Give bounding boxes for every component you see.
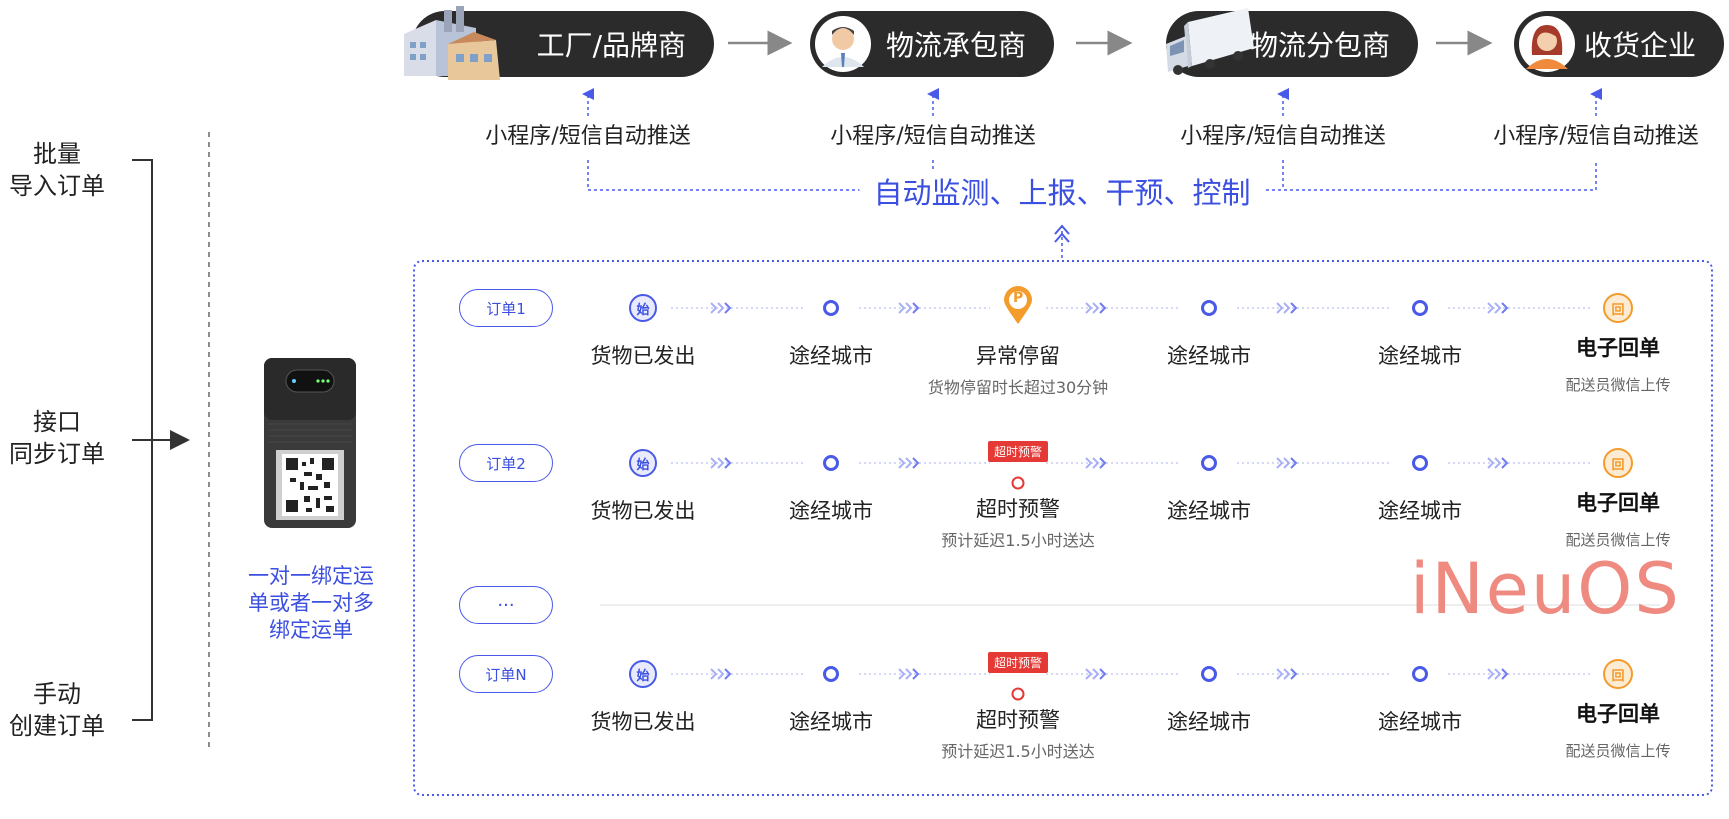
event-label: 超时预警	[976, 708, 1060, 732]
push-label-receiver: 小程序/短信自动推送	[1493, 124, 1699, 149]
alert-node-icon	[1011, 687, 1025, 701]
alert-node-icon	[1011, 476, 1025, 490]
flow-chevron-icon	[905, 302, 913, 314]
receipt-icon: 回	[1603, 448, 1633, 478]
receiver-avatar-icon	[1518, 15, 1576, 73]
flow-chevron-icon	[717, 302, 725, 314]
flow-chevron-icon	[1283, 302, 1291, 314]
flow-chevron-icon	[1092, 302, 1100, 314]
flow-chevron-icon	[717, 668, 725, 680]
flow-chevron-icon	[905, 668, 913, 680]
start-icon: 始	[629, 294, 657, 322]
receipt-icon: 回	[1603, 293, 1633, 323]
city-node-icon	[1412, 455, 1428, 471]
role-contractor-label: 物流承包商	[885, 29, 1026, 62]
city-label: 途经城市	[1167, 344, 1251, 368]
flow-chevron-icon	[1092, 668, 1100, 680]
event-label: 超时预警	[976, 497, 1060, 521]
role-factory-label: 工厂/品牌商	[536, 29, 686, 62]
flow-chevron-icon	[1092, 457, 1100, 469]
event-sub-label: 预计延迟1.5小时送达	[941, 531, 1095, 550]
flow-chevron-icon	[1494, 457, 1502, 469]
order-connector	[671, 668, 1590, 680]
city-label: 途经城市	[789, 710, 873, 734]
city-label: 途经城市	[789, 499, 873, 523]
timeout-badge: 超时预警	[987, 652, 1049, 673]
start-label: 货物已发出	[590, 344, 696, 368]
event-label: 异常停留	[976, 344, 1060, 368]
flow-chevron-icon	[1494, 302, 1502, 314]
flow-chevron-icon	[1494, 668, 1502, 680]
flow-chevron-icon	[905, 457, 913, 469]
city-label: 途经城市	[1378, 344, 1462, 368]
receipt-label: 电子回单	[1576, 336, 1660, 360]
receipt-sub-label: 配送员微信上传	[1565, 531, 1671, 549]
receipt-sub-label: 配送员微信上传	[1565, 742, 1671, 760]
city-label: 途经城市	[1167, 710, 1251, 734]
city-node-icon	[823, 455, 839, 471]
city-node-icon	[1412, 666, 1428, 682]
order-connector	[671, 457, 1590, 469]
factory-icon	[396, 4, 506, 84]
city-node-icon	[823, 300, 839, 316]
receipt-sub-label: 配送员微信上传	[1565, 376, 1671, 394]
source-batch-import: 批量 导入订单	[9, 140, 105, 200]
start-label: 货物已发出	[590, 710, 696, 734]
timeout-badge: 超时预警	[987, 441, 1049, 462]
city-label: 途经城市	[1378, 499, 1462, 523]
push-label-subcontractor: 小程序/短信自动推送	[1180, 124, 1386, 149]
truck-icon	[1162, 4, 1258, 80]
city-node-icon	[1201, 455, 1217, 471]
flow-chevron-icon	[1283, 457, 1291, 469]
city-node-icon	[823, 666, 839, 682]
device-binding-caption: 一对一绑定运 单或者一对多 绑定运单	[248, 564, 374, 642]
source-bracket	[132, 159, 190, 721]
parking-glyph: P	[1013, 290, 1024, 306]
push-label-factory: 小程序/短信自动推送	[485, 124, 691, 149]
city-node-icon	[1412, 300, 1428, 316]
receipt-label: 电子回单	[1576, 702, 1660, 726]
role-subcontractor-label: 物流分包商	[1249, 29, 1390, 62]
start-icon: 始	[629, 660, 657, 688]
flow-chevron-icon	[717, 457, 725, 469]
contractor-avatar-icon	[814, 15, 872, 73]
start-label: 货物已发出	[590, 499, 696, 523]
event-sub-label: 货物停留时长超过30分钟	[927, 378, 1109, 397]
order-connector	[671, 302, 1590, 314]
city-node-icon	[1201, 666, 1217, 682]
receipt-icon: 回	[1603, 659, 1633, 689]
start-icon: 始	[629, 449, 657, 477]
city-label: 途经城市	[1378, 710, 1462, 734]
watermark-logo: iNeuOS	[1410, 548, 1681, 630]
receipt-label: 电子回单	[1576, 491, 1660, 515]
role-receiver-label: 收货企业	[1583, 29, 1696, 62]
push-label-contractor: 小程序/短信自动推送	[830, 124, 1036, 149]
order-pill: ···	[459, 586, 553, 624]
flow-chevron-icon	[1283, 668, 1291, 680]
monitor-label: 自动监测、上报、干预、控制	[859, 170, 1265, 212]
city-label: 途经城市	[789, 344, 873, 368]
event-sub-label: 预计延迟1.5小时送达	[941, 742, 1095, 761]
city-label: 途经城市	[1167, 499, 1251, 523]
city-node-icon	[1201, 300, 1217, 316]
